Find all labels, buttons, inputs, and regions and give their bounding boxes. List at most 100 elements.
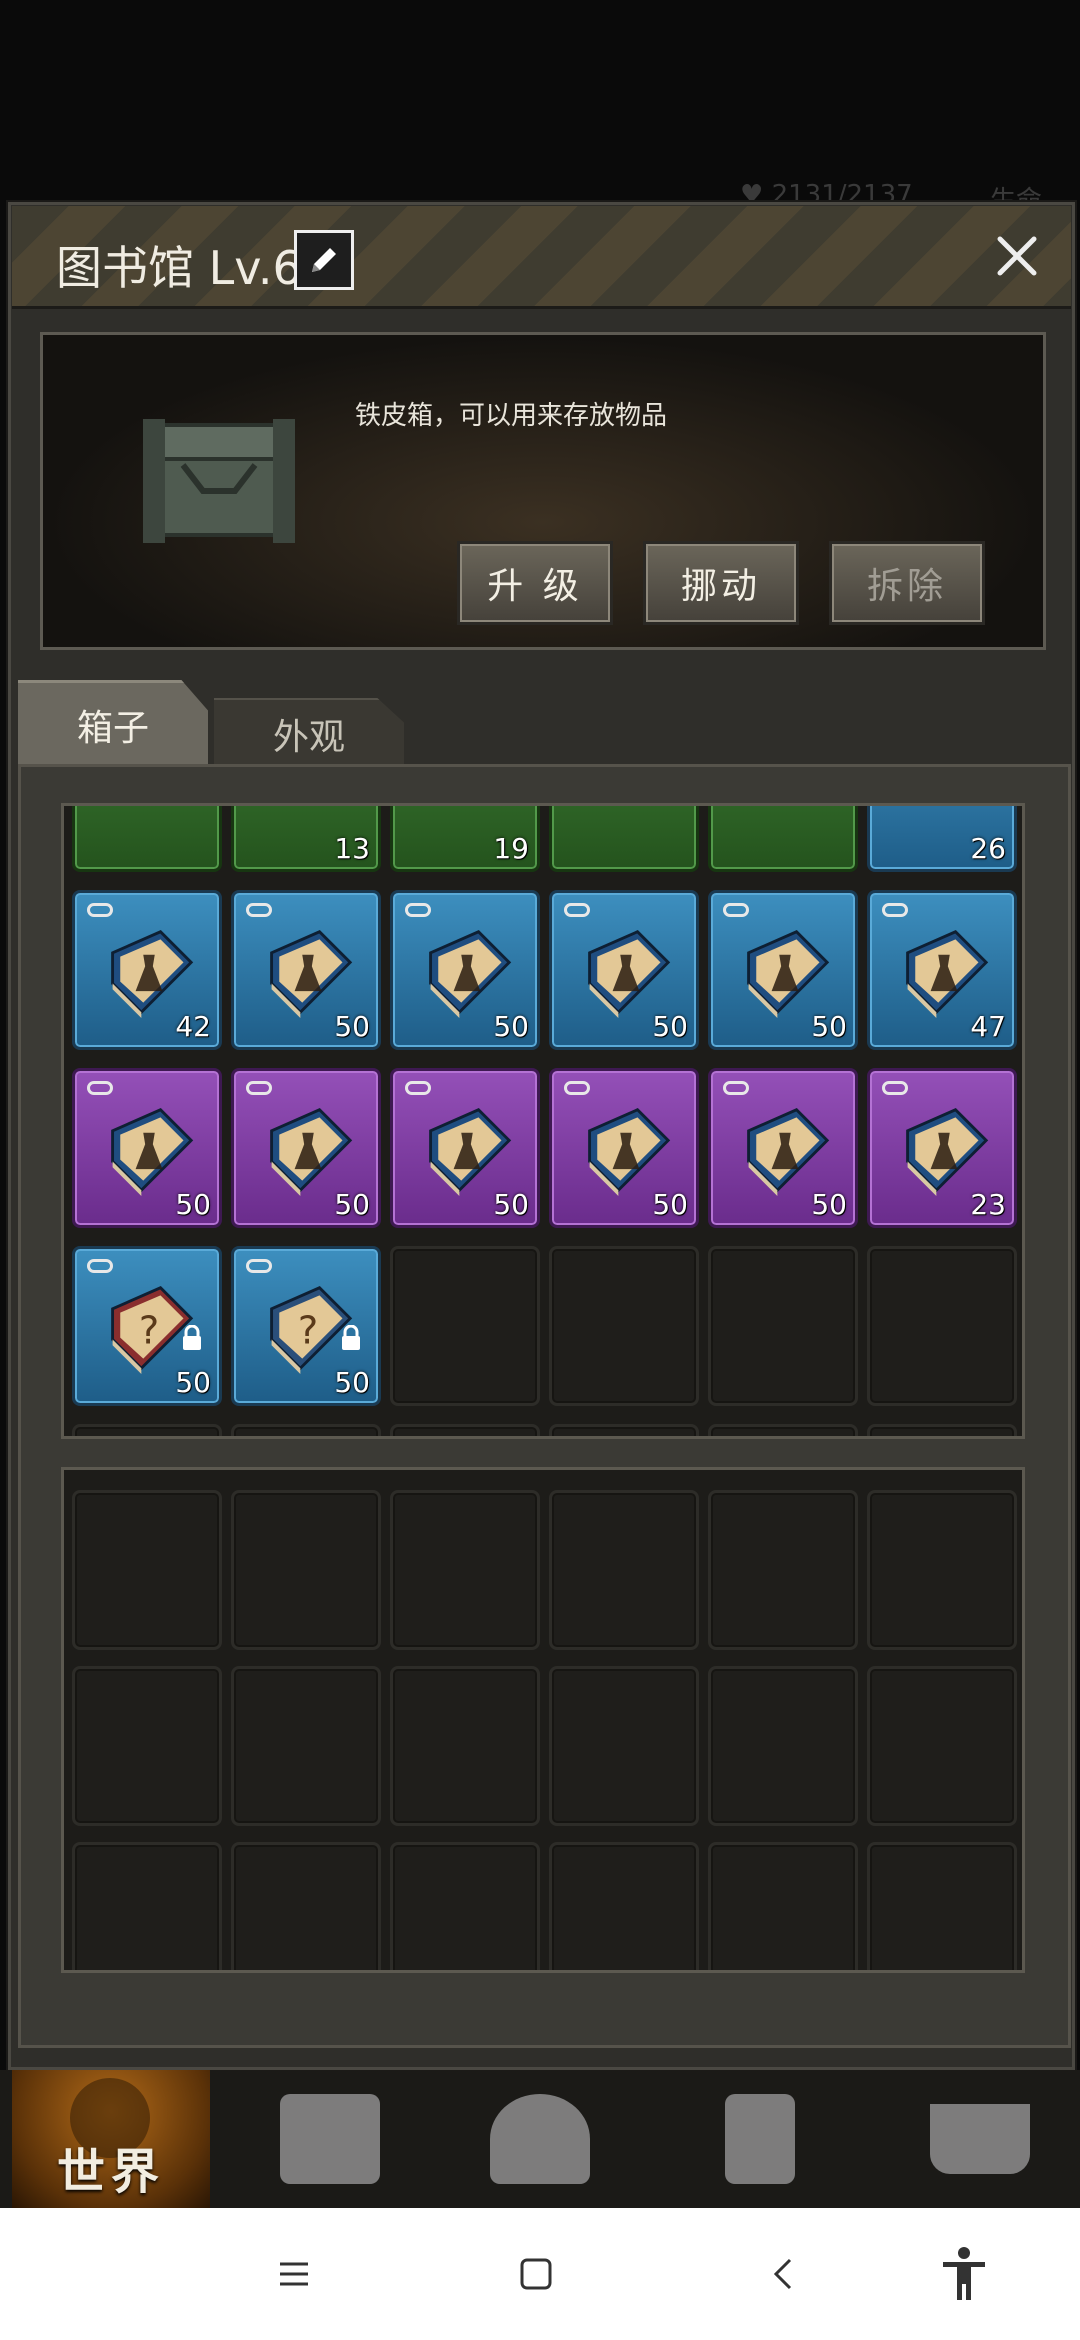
empty-slot[interactable] (867, 1246, 1017, 1406)
book-icon (270, 1108, 353, 1196)
item-count: 13 (334, 832, 370, 865)
pencil-icon (312, 248, 336, 272)
item-slot[interactable]: 47 (867, 890, 1017, 1050)
book-icon (270, 930, 353, 1018)
empty-slot[interactable] (390, 1490, 540, 1650)
link-icon (882, 903, 908, 917)
item-slot[interactable]: 50 (708, 890, 858, 1050)
empty-slot[interactable] (708, 1490, 858, 1650)
back-chevron-icon (773, 2258, 792, 2290)
empty-slot[interactable] (708, 1666, 858, 1826)
empty-slot[interactable] (390, 1666, 540, 1826)
book-icon (111, 930, 194, 1018)
item-count: 26 (970, 832, 1006, 865)
empty-slot[interactable] (72, 1424, 222, 1436)
empty-slot[interactable] (549, 1842, 699, 1970)
dismantle-button[interactable]: 拆除 (829, 541, 985, 625)
head-gear-icon (490, 2094, 590, 2184)
item-count: 50 (811, 1010, 847, 1043)
empty-slot[interactable] (231, 1842, 381, 1970)
nav-skills[interactable] (450, 2070, 630, 2208)
empty-slot[interactable] (549, 1246, 699, 1406)
book-icon (906, 1108, 989, 1196)
move-button[interactable]: 挪动 (643, 541, 799, 625)
item-slot[interactable]: 50 (231, 1068, 381, 1228)
item-slot[interactable]: ? 50 (72, 1246, 222, 1406)
menu-icon (280, 2262, 308, 2286)
link-icon (246, 903, 272, 917)
lock-icon (183, 1325, 201, 1350)
accessibility-icon (943, 2247, 985, 2300)
home-button[interactable] (506, 2244, 566, 2304)
empty-slot[interactable] (549, 1666, 699, 1826)
empty-slot[interactable] (708, 1424, 858, 1436)
nav-shop[interactable] (890, 2070, 1070, 2208)
item-count: 50 (334, 1010, 370, 1043)
link-icon (246, 1081, 272, 1095)
item-slot[interactable]: 50 (549, 1068, 699, 1228)
empty-slot[interactable] (72, 1842, 222, 1970)
item-slot[interactable]: 50 (390, 1068, 540, 1228)
empty-slot[interactable] (708, 1842, 858, 1970)
nav-world[interactable]: 世界 (12, 2070, 210, 2208)
system-nav-bar (0, 2208, 1080, 2340)
empty-slot[interactable] (72, 1666, 222, 1826)
item-slot[interactable]: 26 (867, 806, 1017, 872)
inventory-grid[interactable] (61, 1467, 1025, 1973)
nav-calculator[interactable] (670, 2070, 850, 2208)
item-count: 50 (652, 1188, 688, 1221)
close-button[interactable] (987, 226, 1047, 286)
item-slot[interactable]: 50 (549, 890, 699, 1050)
empty-slot[interactable] (867, 1666, 1017, 1826)
empty-slot[interactable] (708, 1246, 858, 1406)
item-slot[interactable]: 13 (231, 806, 381, 872)
item-slot[interactable] (72, 806, 222, 872)
tab-appearance[interactable]: 外观 (214, 698, 404, 768)
link-icon (87, 1081, 113, 1095)
item-slot[interactable]: 19 (390, 806, 540, 872)
empty-slot[interactable] (867, 1424, 1017, 1436)
empty-slot[interactable] (390, 1424, 540, 1436)
empty-slot[interactable] (231, 1490, 381, 1650)
upgrade-button[interactable]: 升 级 (457, 541, 613, 625)
item-slot[interactable] (549, 806, 699, 872)
empty-slot[interactable] (867, 1490, 1017, 1650)
item-slot[interactable]: 50 (72, 1068, 222, 1228)
lock-icon (342, 1325, 360, 1350)
link-icon (405, 903, 431, 917)
empty-slot[interactable] (390, 1246, 540, 1406)
item-count: 50 (175, 1188, 211, 1221)
svg-text:?: ? (139, 1308, 159, 1353)
empty-slot[interactable] (549, 1490, 699, 1650)
book-icon (906, 930, 989, 1018)
nav-backpack[interactable] (240, 2070, 420, 2208)
menu-button[interactable] (264, 2244, 324, 2304)
item-info-box: 铁皮箱，可以用来存放物品 升 级 挪动 拆除 (40, 332, 1046, 650)
item-slot[interactable]: 42 (72, 890, 222, 1050)
item-count: 42 (175, 1010, 211, 1043)
empty-slot[interactable] (867, 1842, 1017, 1970)
item-slot[interactable]: 50 (231, 890, 381, 1050)
panel-header: 图书馆 Lv.6 (12, 206, 1071, 309)
edit-name-button[interactable] (294, 230, 354, 290)
nav-world-label: 世界 (56, 2144, 165, 2200)
item-slot[interactable]: 23 (867, 1068, 1017, 1228)
cart-icon (930, 2104, 1030, 2174)
empty-slot[interactable] (231, 1666, 381, 1826)
book-icon (429, 930, 512, 1018)
item-slot[interactable]: 50 (390, 890, 540, 1050)
accessibility-button[interactable] (934, 2244, 994, 2304)
item-count: 50 (334, 1188, 370, 1221)
empty-slot[interactable] (390, 1842, 540, 1970)
tab-content: 13 19 26 42 50 50 50 50 47 50 50 50 50 50 23? 50? 50 (18, 764, 1071, 2048)
item-count: 50 (811, 1188, 847, 1221)
item-slot[interactable]: ? 50 (231, 1246, 381, 1406)
tab-box[interactable]: 箱子 (18, 680, 208, 767)
empty-slot[interactable] (231, 1424, 381, 1436)
item-slot[interactable]: 50 (708, 1068, 858, 1228)
storage-grid[interactable]: 13 19 26 42 50 50 50 50 47 50 50 50 50 50 23? 50? 50 (61, 803, 1025, 1439)
empty-slot[interactable] (72, 1490, 222, 1650)
item-slot[interactable] (708, 806, 858, 872)
empty-slot[interactable] (549, 1424, 699, 1436)
back-button[interactable] (754, 2244, 814, 2304)
